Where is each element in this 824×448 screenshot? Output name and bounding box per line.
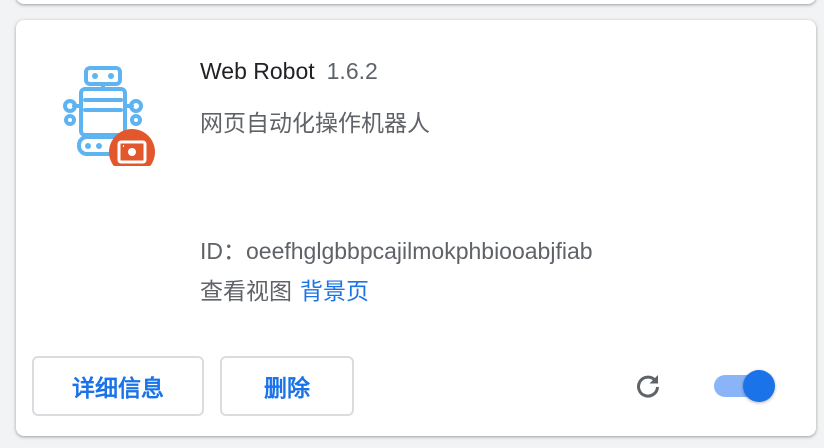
background-page-link[interactable]: 背景页 xyxy=(300,278,369,304)
remove-button[interactable]: 删除 xyxy=(220,356,354,416)
enable-toggle[interactable] xyxy=(712,370,776,402)
toggle-knob xyxy=(743,370,775,402)
extension-description: 网页自动化操作机器人 xyxy=(200,110,430,136)
extension-version: 1.6.2 xyxy=(326,58,378,84)
robot-icon xyxy=(63,66,155,175)
reload-icon[interactable] xyxy=(632,370,664,402)
inspect-views-label: 查看视图 xyxy=(200,278,292,304)
details-button[interactable]: 详细信息 xyxy=(32,356,204,416)
extension-title: Web Robot 1.6.2 xyxy=(200,58,378,85)
extension-icon xyxy=(62,62,166,175)
extension-name: Web Robot xyxy=(200,58,315,84)
extension-id: ID：oeefhglgbbpcajilmokphbiooabjfiab xyxy=(200,238,593,264)
extension-card: Web Robot 1.6.2 网页自动化操作机器人 ID：oeefhglgbbp… xyxy=(16,20,816,436)
inspect-views: 查看视图 背景页 xyxy=(200,272,369,306)
previous-extension-card xyxy=(16,0,816,4)
